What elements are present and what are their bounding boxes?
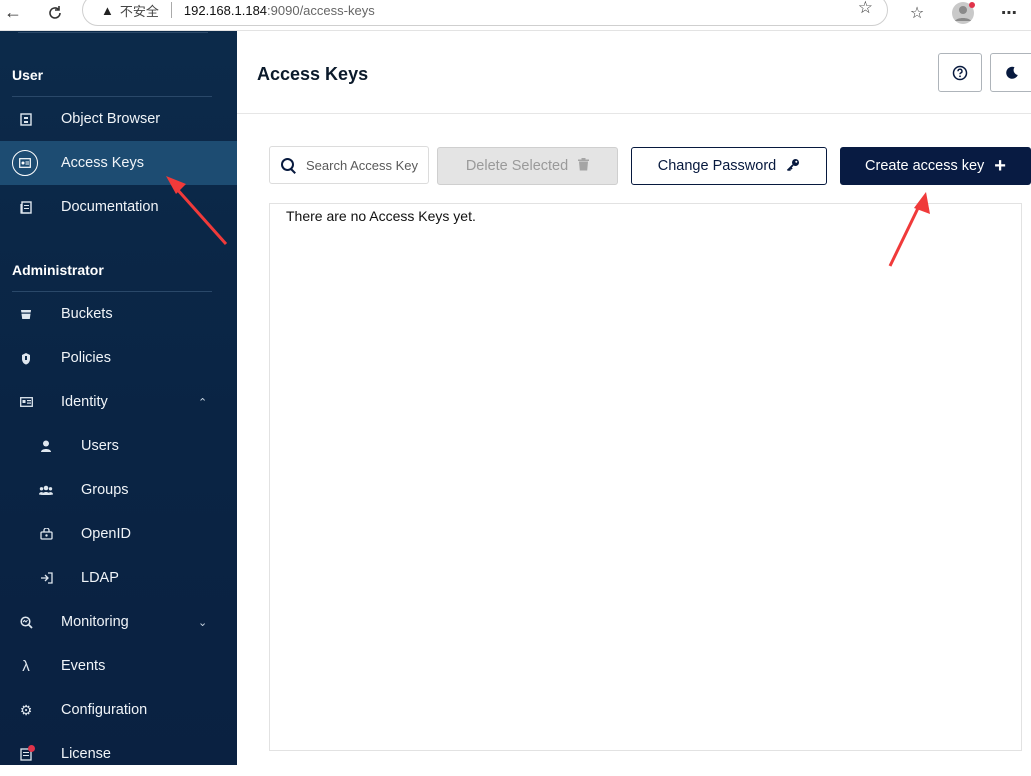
page-title: Access Keys: [257, 64, 369, 84]
sidebar: User Object Browser Access Keys Document…: [0, 31, 237, 765]
moon-icon: [1006, 66, 1018, 79]
user-icon: [35, 435, 57, 457]
address-bar[interactable]: ▲ 不安全 192.168.1.184:9090/access-keys ☆: [82, 0, 888, 26]
ldap-icon: [35, 567, 57, 589]
key-icon: [786, 158, 800, 175]
sidebar-item-label: Identity: [61, 394, 108, 410]
more-menu-icon[interactable]: ⋯: [999, 0, 1019, 25]
sidebar-item-label: Configuration: [61, 702, 148, 718]
trash-icon: [578, 158, 590, 174]
sidebar-item-documentation[interactable]: Documentation: [0, 185, 237, 229]
sidebar-top-divider: [18, 32, 208, 33]
delete-selected-label: Delete Selected: [465, 158, 569, 174]
sidebar-item-label: Users: [81, 438, 119, 454]
sidebar-item-configuration[interactable]: ⚙ Configuration: [0, 688, 237, 732]
back-icon[interactable]: ←: [4, 0, 22, 25]
sidebar-item-label: Access Keys: [61, 155, 144, 171]
url-path: :9090/access-keys: [267, 2, 375, 18]
help-button[interactable]: [938, 53, 982, 92]
monitoring-icon: [15, 611, 37, 633]
reload-icon[interactable]: [45, 0, 65, 25]
sidebar-item-users[interactable]: Users: [0, 424, 237, 468]
sidebar-item-openid[interactable]: OpenID: [0, 512, 237, 556]
lambda-icon: λ: [22, 657, 30, 675]
sidebar-item-access-keys[interactable]: Access Keys: [0, 141, 237, 185]
sidebar-item-license[interactable]: License: [0, 732, 237, 776]
url-host: 192.168.1.184: [183, 2, 268, 18]
sidebar-item-label: Documentation: [61, 199, 159, 215]
search-field[interactable]: [269, 146, 429, 184]
sidebar-item-groups[interactable]: Groups: [0, 468, 237, 512]
chevron-up-icon[interactable]: ⌃: [198, 396, 207, 409]
delete-selected-button[interactable]: Delete Selected: [437, 147, 618, 185]
sidebar-item-label: Monitoring: [61, 614, 129, 630]
sidebar-item-monitoring[interactable]: Monitoring ⌄: [0, 600, 237, 644]
address-divider: [170, 2, 172, 18]
empty-state-message: There are no Access Keys yet.: [286, 208, 476, 224]
chevron-down-icon[interactable]: ⌄: [198, 616, 207, 629]
profile-avatar[interactable]: [950, 0, 976, 25]
bucket-icon: [15, 303, 37, 325]
sidebar-item-label: License: [61, 746, 111, 762]
sidebar-item-identity[interactable]: Identity ⌃: [0, 380, 237, 424]
warning-icon: ▲: [101, 2, 114, 18]
documentation-icon: [15, 196, 37, 218]
page-header: Access Keys: [237, 31, 1031, 114]
help-icon: [952, 65, 968, 80]
sidebar-item-label: Events: [61, 658, 106, 674]
sidebar-item-label: Policies: [61, 350, 111, 366]
sidebar-item-object-browser[interactable]: Object Browser: [0, 97, 237, 141]
dark-mode-button[interactable]: [990, 53, 1031, 92]
security-label: 不安全: [119, 3, 159, 19]
openid-icon: [35, 523, 57, 545]
sidebar-item-label: Buckets: [61, 306, 113, 322]
create-access-key-button[interactable]: Create access key +: [840, 147, 1031, 185]
favorites-icon[interactable]: ☆: [906, 0, 928, 25]
gear-icon: ⚙: [19, 701, 33, 718]
notification-dot: [28, 745, 35, 752]
access-keys-list: There are no Access Keys yet.: [269, 203, 1022, 751]
object-browser-icon: [15, 108, 37, 130]
sidebar-item-buckets[interactable]: Buckets: [0, 292, 237, 336]
browser-toolbar: ← ▲ 不安全 192.168.1.184:9090/access-keys ☆…: [0, 0, 1031, 31]
change-password-label: Change Password: [657, 158, 777, 174]
sidebar-item-label: OpenID: [81, 526, 131, 542]
search-input[interactable]: [306, 157, 418, 173]
section-title-administrator: Administrator: [12, 262, 104, 278]
change-password-button[interactable]: Change Password: [631, 147, 827, 185]
create-access-key-label: Create access key: [865, 158, 985, 174]
section-title-user: User: [12, 67, 44, 83]
groups-icon: [35, 479, 57, 501]
sidebar-item-ldap[interactable]: LDAP: [0, 556, 237, 600]
sidebar-item-policies[interactable]: Policies: [0, 336, 237, 380]
bookmark-star-icon[interactable]: ☆: [858, 0, 873, 18]
access-keys-icon: [12, 150, 38, 176]
identity-icon: [15, 391, 37, 413]
sidebar-item-label: Object Browser: [61, 111, 161, 127]
sidebar-item-events[interactable]: λ Events: [0, 644, 237, 688]
policy-icon: [15, 347, 37, 369]
sidebar-item-label: Groups: [81, 482, 129, 498]
search-icon: [280, 157, 296, 173]
sidebar-item-label: LDAP: [81, 570, 119, 586]
plus-icon: +: [994, 155, 1006, 177]
